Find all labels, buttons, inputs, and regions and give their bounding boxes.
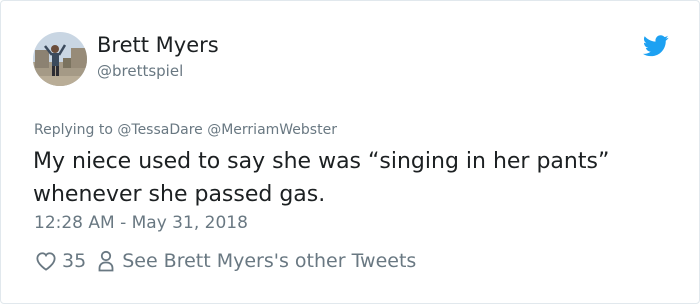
tweet-timestamp[interactable]: 12:28 AM - May 31, 2018 (34, 213, 248, 233)
replying-prefix: Replying to (34, 122, 113, 138)
tweet-actions: 35 See Brett Myers's other Tweets (35, 250, 416, 272)
mention-merriamwebster[interactable]: @MerriamWebster (207, 122, 337, 138)
tweet-text-line-2: whenever she passed gas. (33, 182, 326, 207)
twitter-bird-icon[interactable] (643, 35, 669, 57)
tweet-text: My niece used to say she was “singing in… (33, 145, 673, 211)
tweet-card: Brett Myers @brettspiel Replying to @Tes… (0, 0, 700, 304)
heart-icon[interactable] (35, 251, 57, 271)
tweet-text-line-1: My niece used to say she was “singing in… (33, 149, 610, 174)
replying-to: Replying to @TessaDare @MerriamWebster (34, 122, 337, 138)
author-name[interactable]: Brett Myers (97, 33, 219, 57)
other-tweets-link[interactable]: See Brett Myers's other Tweets (122, 250, 416, 272)
person-icon (98, 250, 114, 272)
like-count[interactable]: 35 (62, 250, 86, 272)
author-handle[interactable]: @brettspiel (97, 62, 183, 80)
mention-tessadare[interactable]: @TessaDare (117, 122, 202, 138)
avatar[interactable] (33, 32, 87, 86)
avatar-photo (33, 32, 87, 86)
